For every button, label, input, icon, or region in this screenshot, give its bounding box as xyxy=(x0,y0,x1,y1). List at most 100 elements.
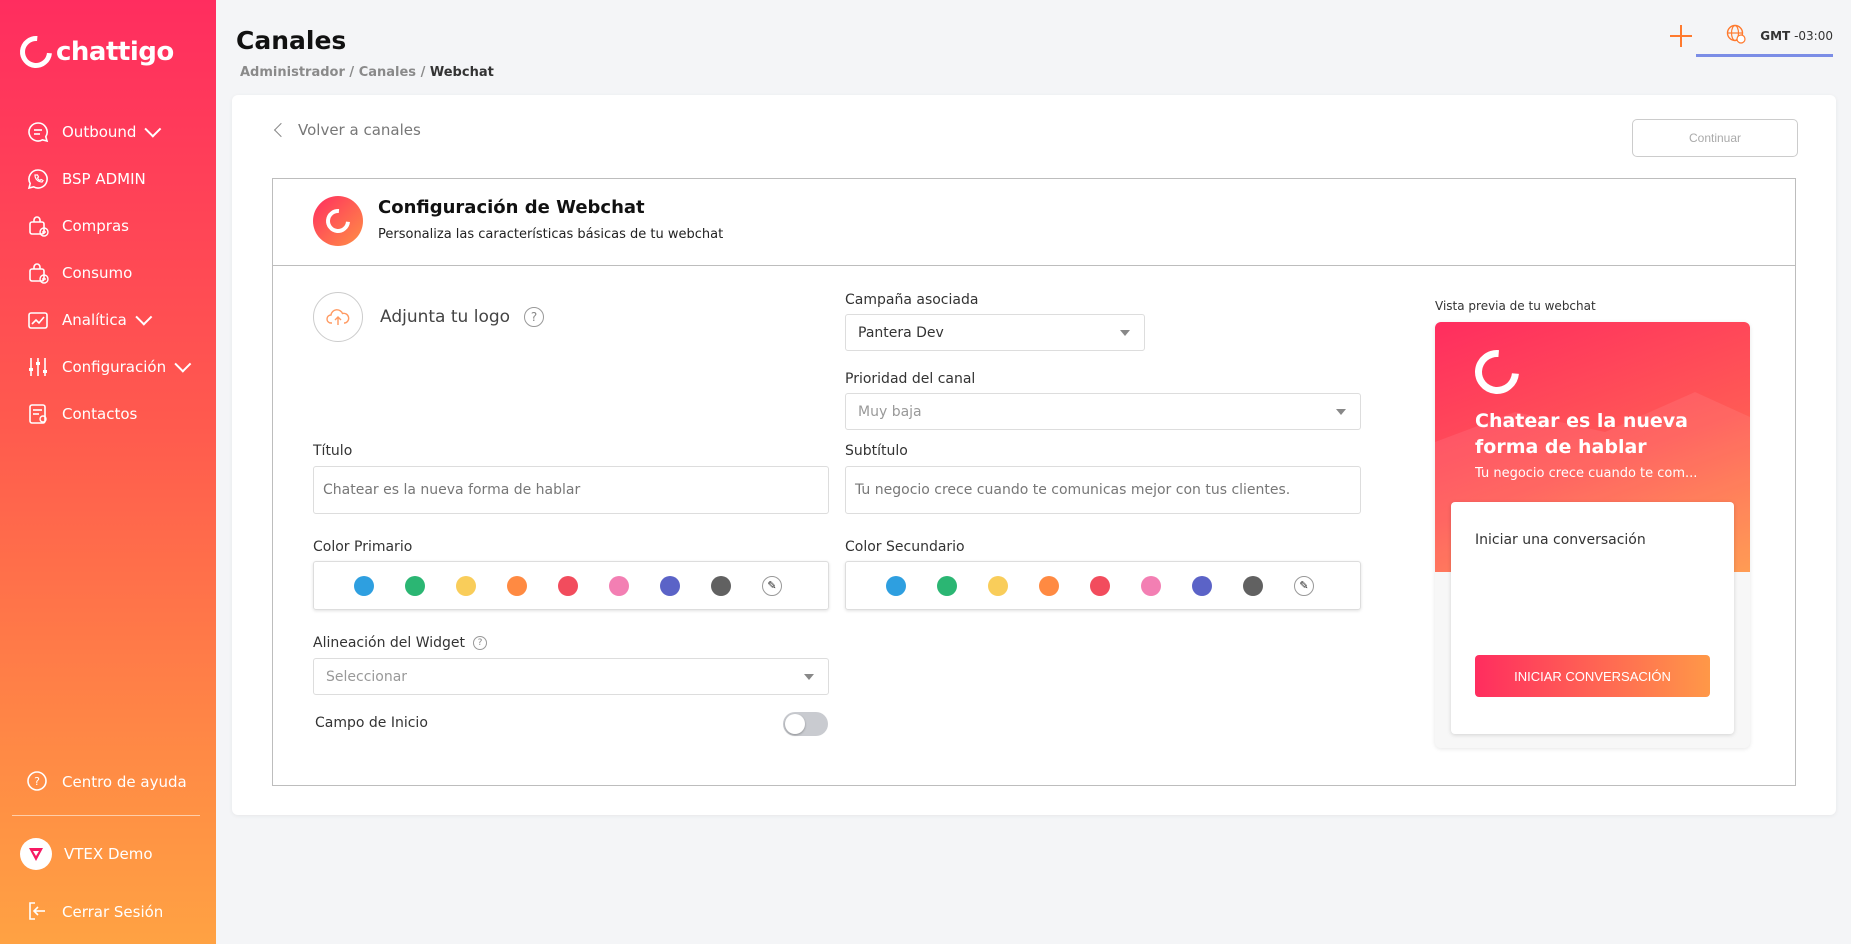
color-swatch-red[interactable] xyxy=(558,575,578,596)
breadcrumb-administrador[interactable]: Administrador xyxy=(240,65,345,80)
add-icon[interactable] xyxy=(1670,25,1693,47)
chevron-left-icon xyxy=(273,122,289,138)
panel-body: Adjunta tu logo ? Campaña asociada Pante… xyxy=(273,267,1795,786)
sliders-icon xyxy=(26,355,50,379)
help-circle-icon: ? xyxy=(26,770,50,794)
start-field-label: Campo de Inicio xyxy=(315,715,428,731)
account-switcher[interactable]: VTEX Demo xyxy=(20,838,153,870)
webchat-preview: Chatear es la nueva forma de hablar Tu n… xyxy=(1435,322,1750,748)
svg-text:?: ? xyxy=(34,775,40,788)
priority-label: Prioridad del canal xyxy=(845,371,976,387)
page-title: Canales xyxy=(236,26,347,55)
account-name: VTEX Demo xyxy=(64,845,153,863)
preview-title: Chatear es la nueva forma de hablar xyxy=(1475,410,1688,458)
eyedropper-icon[interactable]: ✎ xyxy=(1294,575,1314,596)
timezone-offset: -03:00 xyxy=(1794,29,1833,43)
color-swatch-green[interactable] xyxy=(937,575,957,596)
sidebar-item-label: Analítica xyxy=(62,310,127,329)
back-label: Volver a canales xyxy=(298,121,421,139)
secondary-color-label: Color Secundario xyxy=(845,539,965,555)
sidebar: chattigo Outbound BSP ADMIN Compras Cons… xyxy=(0,0,216,944)
priority-select[interactable]: Muy baja xyxy=(845,393,1361,430)
color-swatch-gray[interactable] xyxy=(711,575,731,596)
secondary-color-palette: ✎ xyxy=(845,561,1361,610)
logout-button[interactable]: Cerrar Sesión xyxy=(26,900,163,924)
sidebar-item-compras[interactable]: Compras xyxy=(0,202,216,249)
eyedropper-icon[interactable]: ✎ xyxy=(762,575,782,596)
sidebar-item-label: Outbound xyxy=(62,122,137,141)
chattigo-logo-icon xyxy=(313,196,363,246)
color-swatch-pink[interactable] xyxy=(1141,575,1161,596)
chevron-down-icon xyxy=(144,120,162,138)
color-swatch-orange[interactable] xyxy=(507,575,527,596)
color-swatch-gray[interactable] xyxy=(1243,575,1263,596)
brand-logo[interactable]: chattigo xyxy=(13,29,174,75)
sidebar-item-analitica[interactable]: Analítica xyxy=(0,296,216,343)
color-swatch-blue[interactable] xyxy=(354,575,374,596)
sidebar-item-bsp-admin[interactable]: BSP ADMIN xyxy=(0,155,216,202)
timezone-label: GMT xyxy=(1760,29,1791,43)
header-underline xyxy=(1696,54,1833,57)
subtitle-label: Subtítulo xyxy=(845,443,908,459)
sidebar-item-label: Configuración xyxy=(62,357,167,376)
subtitle-input[interactable]: Tu negocio crece cuando te comunicas mej… xyxy=(845,466,1361,514)
color-swatch-yellow[interactable] xyxy=(988,575,1008,596)
title-input[interactable]: Chatear es la nueva forma de hablar xyxy=(313,466,829,514)
logout-icon xyxy=(26,900,50,924)
caret-down-icon xyxy=(1120,330,1130,336)
help-icon[interactable]: ? xyxy=(473,636,488,650)
alignment-label: Alineación del Widget xyxy=(313,635,466,651)
analytics-icon xyxy=(26,308,50,332)
main-card: Volver a canales Continuar Configuración… xyxy=(232,95,1836,815)
start-conversation-button[interactable]: INICIAR CONVERSACIÓN xyxy=(1475,655,1710,697)
title-value: Chatear es la nueva forma de hablar xyxy=(323,482,581,498)
color-swatch-yellow[interactable] xyxy=(456,575,476,596)
preview-label: Vista previa de tu webchat xyxy=(1435,299,1596,313)
breadcrumb-separator: / xyxy=(349,65,355,80)
sidebar-divider xyxy=(12,815,200,816)
config-subtitle: Personaliza las características básicas … xyxy=(378,227,724,242)
breadcrumb-current: Webchat xyxy=(429,65,494,80)
priority-value: Muy baja xyxy=(858,403,922,420)
subtitle-value: Tu negocio crece cuando te comunicas mej… xyxy=(855,482,1291,498)
breadcrumb-separator: / xyxy=(420,65,426,80)
sidebar-item-outbound[interactable]: Outbound xyxy=(0,108,216,155)
help-center-link[interactable]: ? Centro de ayuda xyxy=(0,760,216,804)
chevron-down-icon xyxy=(135,308,153,326)
bag-consumption-icon xyxy=(26,261,50,285)
chat-bubble-icon xyxy=(26,120,50,144)
sidebar-item-contactos[interactable]: Contactos xyxy=(0,390,216,437)
back-to-channels-link[interactable]: Volver a canales xyxy=(273,121,421,139)
start-field-toggle[interactable] xyxy=(783,712,828,736)
sidebar-item-label: Contactos xyxy=(62,404,138,423)
campaign-label: Campaña asociada xyxy=(845,292,979,308)
color-swatch-indigo[interactable] xyxy=(660,575,680,596)
primary-color-label: Color Primario xyxy=(313,539,413,555)
primary-color-palette: ✎ xyxy=(313,561,829,610)
color-swatch-orange[interactable] xyxy=(1039,575,1059,596)
chattigo-logo-icon xyxy=(13,29,59,75)
logo-upload[interactable]: Adjunta tu logo ? xyxy=(313,292,545,342)
color-swatch-indigo[interactable] xyxy=(1192,575,1212,596)
preview-conversation-box: Iniciar una conversación INICIAR CONVERS… xyxy=(1451,502,1734,734)
continue-button[interactable]: Continuar xyxy=(1632,119,1798,157)
config-title: Configuración de Webchat xyxy=(378,197,645,218)
preview-box-text: Iniciar una conversación xyxy=(1475,532,1646,548)
color-swatch-green[interactable] xyxy=(405,575,425,596)
campaign-select[interactable]: Pantera Dev xyxy=(845,314,1145,351)
logout-label: Cerrar Sesión xyxy=(62,903,164,921)
globe-clock-icon[interactable] xyxy=(1726,24,1746,48)
caret-down-icon xyxy=(1336,409,1346,415)
color-swatch-blue[interactable] xyxy=(886,575,906,596)
alignment-select[interactable]: Seleccionar xyxy=(313,658,829,695)
color-swatch-red[interactable] xyxy=(1090,575,1110,596)
campaign-value: Pantera Dev xyxy=(858,324,944,341)
help-icon[interactable]: ? xyxy=(524,307,545,327)
sidebar-item-configuracion[interactable]: Configuración xyxy=(0,343,216,390)
sidebar-item-consumo[interactable]: Consumo xyxy=(0,249,216,296)
color-swatch-pink[interactable] xyxy=(609,575,629,596)
breadcrumb-canales[interactable]: Canales xyxy=(359,65,416,80)
cloud-upload-icon xyxy=(313,292,363,342)
logo-upload-label: Adjunta tu logo xyxy=(380,307,511,327)
sidebar-bottom: ? Centro de ayuda xyxy=(0,760,216,804)
